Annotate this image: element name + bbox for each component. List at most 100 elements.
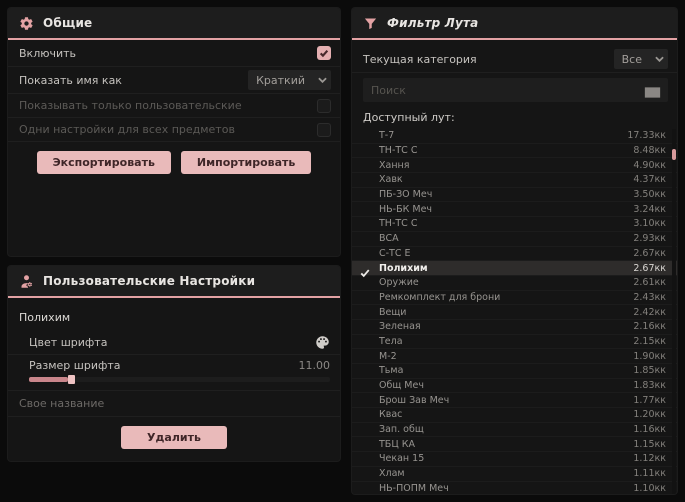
chevron-down-icon (650, 49, 668, 69)
list-item-value: 2.15кк (633, 335, 666, 347)
list-item[interactable]: Оружие 2.61кк (352, 276, 677, 291)
search-box (363, 78, 668, 102)
list-item[interactable]: Вещи 2.42кк (352, 305, 677, 320)
scrollbar[interactable] (672, 129, 676, 494)
list-item-value: 1.77кк (633, 394, 666, 406)
loot-filter-body: Текущая категория Все Доступный лут: (352, 40, 677, 494)
list-item-value: 1.10кк (633, 482, 666, 494)
list-item[interactable]: ТН-ТС С 8.48кк (352, 144, 677, 159)
list-item-name: Общ Меч (379, 380, 424, 392)
list-item-name: М-2 (379, 350, 397, 362)
list-item[interactable]: ПБ-ЗО Меч 3.50кк (352, 188, 677, 203)
list-item-name: ВСА (379, 233, 399, 245)
list-item[interactable]: ТБЦ КА 1.15кк (352, 437, 677, 453)
list-item[interactable]: Тьма 1.85кк (352, 364, 677, 379)
list-item[interactable]: Хлам 1.11кк (352, 467, 677, 482)
list-item[interactable]: Зеленая 2.16кк (352, 320, 677, 335)
list-item-value: 1.11кк (633, 468, 666, 480)
list-item[interactable]: Ремкомплект для брони 2.43кк (352, 291, 677, 306)
list-item[interactable]: М-2 1.90кк (352, 349, 677, 364)
list-item-value: 8.48кк (633, 145, 666, 157)
loot-list: Т-7 17.33кк ТН-ТС С 8.48кк Хання 4.90кк … (352, 129, 677, 494)
export-button[interactable]: Экспортировать (36, 151, 171, 174)
import-export-row: Экспортировать Импортировать (8, 142, 340, 184)
list-item[interactable]: Квас 1.20кк (352, 408, 677, 423)
category-combo[interactable]: Все (613, 49, 668, 69)
list-item-value: 3.50кк (633, 189, 666, 201)
list-item-value: 1.90кк (633, 350, 666, 362)
font-size-slider[interactable] (29, 375, 330, 384)
list-item-value: 1.15кк (633, 438, 666, 450)
list-item[interactable]: НЬ-ПОПМ Меч 1.10кк (352, 482, 677, 495)
list-item[interactable]: Зап. общ 1.16кк (352, 423, 677, 438)
list-item-value: 2.61кк (633, 277, 666, 289)
keyboard-icon[interactable] (644, 84, 661, 98)
loot-filter-title: Фильтр Лута (387, 16, 479, 30)
list-item[interactable]: Полихим 2.67кк (352, 261, 677, 278)
loot-filter-header: Фильтр Лута (352, 8, 677, 38)
list-item-name: НЬ-ПОПМ Меч (379, 482, 449, 494)
list-item-value: 1.16кк (633, 424, 666, 436)
available-loot-label: Доступный лут: (363, 111, 455, 124)
list-item[interactable]: Брош Зав Меч 1.77кк (352, 393, 677, 409)
only-custom-label: Показывать только пользовательские (19, 99, 242, 112)
custom-settings-panel: Пользовательские Настройки Полихим Цвет … (8, 266, 340, 461)
app-root: Общие Включить Показать имя как Краткий (0, 0, 685, 502)
enable-checkbox[interactable] (317, 46, 331, 60)
list-item[interactable]: НЬ-БК Меч 3.24кк (352, 202, 677, 218)
list-item-value: 3.24кк (633, 203, 666, 215)
delete-button[interactable]: Удалить (121, 426, 227, 449)
list-item-name: Хлам (379, 468, 405, 480)
list-item[interactable]: Т-7 17.33кк (352, 129, 677, 144)
list-item-name: Полихим (379, 262, 428, 274)
list-item-value: 1.20кк (633, 409, 666, 421)
gear-icon (19, 16, 34, 31)
selected-item-name: Полихим (19, 311, 71, 324)
category-combo-value: Все (621, 52, 642, 66)
list-item-value: 1.83кк (633, 380, 666, 392)
show-name-row: Показать имя как Краткий (8, 67, 340, 94)
funnel-icon (363, 16, 378, 31)
scrollbar-thumb[interactable] (672, 149, 676, 160)
list-item-name: Чекан 15 (379, 453, 425, 465)
list-item-value: 2.43кк (633, 291, 666, 303)
list-item-name: С-ТС Е (379, 247, 411, 259)
list-item[interactable]: Тела 2.15кк (352, 335, 677, 350)
list-item[interactable]: Хання 4.90кк (352, 158, 677, 174)
list-item-value: 4.37кк (633, 174, 666, 186)
search-input[interactable] (363, 83, 644, 97)
list-item[interactable]: Чекан 15 1.12кк (352, 452, 677, 467)
same-settings-row: Одни настройки для всех предметов (8, 118, 340, 142)
list-item[interactable]: ТН-ТС С 3.10кк (352, 217, 677, 232)
list-item-value: 1.12кк (633, 453, 666, 465)
list-item-name: Тела (379, 335, 403, 347)
slider-handle[interactable] (68, 375, 76, 384)
list-item-value: 1.85кк (633, 365, 666, 377)
font-size-label: Размер шрифта (29, 358, 121, 372)
list-item[interactable]: Хавк 4.37кк (352, 173, 677, 188)
import-button[interactable]: Импортировать (180, 151, 312, 174)
font-color-label: Цвет шрифта (29, 336, 108, 349)
list-item-name: Зеленая (379, 321, 421, 333)
same-settings-label: Одни настройки для всех предметов (19, 123, 235, 136)
custom-settings-title: Пользовательские Настройки (43, 274, 256, 288)
list-item-name: ТБЦ КА (379, 438, 415, 450)
custom-name-input[interactable]: Свое название (19, 397, 104, 410)
general-panel-header: Общие (8, 8, 340, 38)
list-item-name: Квас (379, 409, 403, 421)
list-item[interactable]: С-ТС Е 2.67кк (352, 247, 677, 262)
palette-icon[interactable] (315, 335, 330, 350)
list-item-name: Зап. общ (379, 424, 424, 436)
show-name-combo-value: Краткий (256, 73, 305, 87)
only-custom-checkbox[interactable] (317, 98, 331, 113)
list-item[interactable]: ВСА 2.93кк (352, 232, 677, 247)
show-name-combo[interactable]: Краткий (248, 70, 331, 90)
list-item-value: 2.93кк (633, 233, 666, 245)
list-item-name: ТН-ТС С (379, 145, 418, 157)
general-panel-spacer (8, 184, 340, 256)
list-item[interactable]: Общ Меч 1.83кк (352, 379, 677, 394)
same-settings-checkbox[interactable] (317, 122, 331, 137)
custom-settings-body: Полихим Цвет шрифта Размер шрифта 11.00 (8, 298, 340, 461)
list-item-value: 2.67кк (633, 247, 666, 259)
general-panel: Общие Включить Показать имя как Краткий (8, 8, 340, 256)
